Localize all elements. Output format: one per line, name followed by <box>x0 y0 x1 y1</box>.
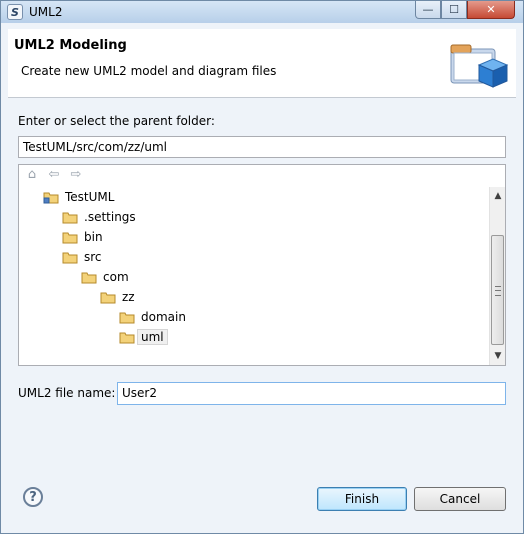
project-folder-icon <box>43 191 59 204</box>
uml-model-icon <box>450 44 509 88</box>
tree-nav-bar: ⌂ ⇦ ⇨ <box>19 165 489 187</box>
tree-item-label: domain <box>141 310 186 324</box>
parent-folder-label: Enter or select the parent folder: <box>18 114 215 128</box>
tree-item-label: src <box>84 250 102 264</box>
window-title: UML2 <box>29 5 63 19</box>
banner-title: UML2 Modeling <box>14 38 127 53</box>
wizard-banner: UML2 Modeling Create new UML2 model and … <box>8 29 516 98</box>
folder-tree[interactable]: ⌂ ⇦ ⇨ TestUML .settings bin src com zz d… <box>18 164 506 366</box>
help-icon[interactable]: ? <box>23 487 43 507</box>
tree-item-label: .settings <box>84 210 136 224</box>
folder-icon <box>62 231 78 244</box>
new-uml2-dialog: S UML2 — ☐ ✕ UML2 Modeling Create new UM… <box>0 0 524 534</box>
grip-icon <box>495 286 501 296</box>
tree-item-label: TestUML <box>65 190 115 204</box>
cancel-button[interactable]: Cancel <box>414 487 506 511</box>
folder-icon <box>62 251 78 264</box>
scroll-up-arrow-icon[interactable]: ▲ <box>493 191 503 201</box>
forward-arrow-icon[interactable]: ⇨ <box>69 168 83 182</box>
tree-item-label: bin <box>84 230 103 244</box>
maximize-button[interactable]: ☐ <box>441 1 467 19</box>
title-bar[interactable]: S UML2 — ☐ ✕ <box>1 1 523 23</box>
finish-button[interactable]: Finish <box>317 487 407 511</box>
scroll-thumb[interactable] <box>491 235 504 345</box>
tree-item-label: zz <box>122 290 135 304</box>
tree-item-uml[interactable]: uml <box>119 327 168 347</box>
tree-item-label: uml <box>137 329 168 345</box>
tree-item-testuml[interactable]: TestUML <box>43 187 114 207</box>
file-name-input[interactable]: User2 <box>117 382 506 405</box>
folder-icon <box>100 291 116 304</box>
folder-icon <box>119 331 135 344</box>
folder-icon <box>81 271 97 284</box>
close-button[interactable]: ✕ <box>467 1 515 19</box>
back-arrow-icon[interactable]: ⇦ <box>47 168 61 182</box>
tree-item-label: com <box>103 270 129 284</box>
banner-subtitle: Create new UML2 model and diagram files <box>21 64 277 78</box>
folder-icon <box>62 211 78 224</box>
parent-folder-input[interactable]: TestUML/src/com/zz/uml <box>18 136 506 158</box>
folder-icon <box>119 311 135 324</box>
tree-item-bin[interactable]: bin <box>62 227 103 247</box>
tree-vertical-scrollbar[interactable]: ▲ ▼ <box>489 187 505 365</box>
tree-item-settings[interactable]: .settings <box>62 207 136 227</box>
minimize-button[interactable]: — <box>415 1 441 19</box>
tree-item-zz[interactable]: zz <box>100 287 135 307</box>
home-icon[interactable]: ⌂ <box>25 168 39 182</box>
scroll-down-arrow-icon[interactable]: ▼ <box>493 351 503 361</box>
tree-item-domain[interactable]: domain <box>119 307 186 327</box>
tree-item-src[interactable]: src <box>62 247 102 267</box>
file-name-label: UML2 file name: <box>18 386 116 400</box>
eclipse-app-icon: S <box>7 4 23 20</box>
tree-item-com[interactable]: com <box>81 267 129 287</box>
